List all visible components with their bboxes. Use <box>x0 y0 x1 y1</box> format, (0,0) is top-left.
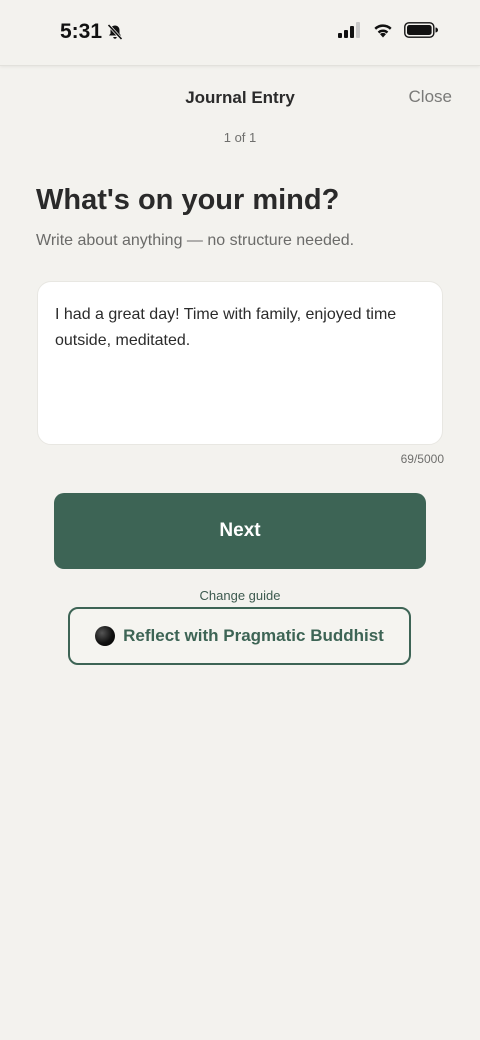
cellular-signal-icon <box>338 22 362 43</box>
header: Journal Entry Close 1 of 1 <box>0 66 480 156</box>
next-button[interactable]: Next <box>54 493 426 569</box>
change-guide-label: Change guide <box>199 588 281 603</box>
journal-entry-input[interactable]: I had a great day! Time with family, enj… <box>37 281 443 445</box>
status-time: 5:31 <box>60 20 124 44</box>
next-button-label: Next <box>219 520 261 541</box>
guide-orb-icon <box>95 626 116 646</box>
bell-slash-icon <box>106 23 124 41</box>
wifi-icon <box>372 22 394 43</box>
reflect-guide-label: Reflect with Pragmatic Buddhist <box>123 626 384 645</box>
battery-icon <box>404 22 438 43</box>
character-count: 69/5000 <box>400 452 444 466</box>
page-indicator: 1 of 1 <box>223 130 257 145</box>
close-button[interactable]: Close <box>409 87 452 107</box>
status-icons <box>338 22 438 43</box>
status-time-text: 5:31 <box>60 20 103 43</box>
prompt-heading: What's on your mind? <box>36 184 340 216</box>
status-bar: 5:31 <box>0 0 480 66</box>
prompt-subheading: Write about anything — no structure need… <box>36 232 355 249</box>
reflect-guide-button[interactable]: Reflect with Pragmatic Buddhist <box>68 607 411 665</box>
